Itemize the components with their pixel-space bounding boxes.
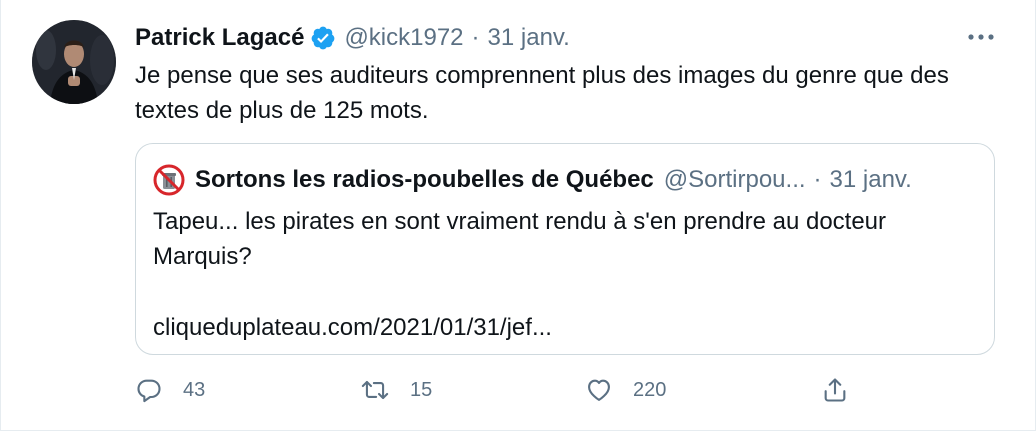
tweet-text: Je pense que ses auditeurs comprennent p…	[135, 62, 949, 124]
share-icon	[824, 378, 846, 402]
author-display-name[interactable]: Patrick Lagacé	[135, 24, 304, 52]
reply-icon	[137, 379, 161, 403]
quoted-header-separator: ·	[813, 166, 822, 193]
like-button[interactable]: 220	[585, 372, 666, 408]
quoted-author-display-name: Sortons les radios-poubelles de Québec	[195, 166, 654, 193]
tweet-actions: 43 15 220	[135, 372, 865, 408]
author-avatar[interactable]	[32, 20, 116, 104]
reply-count: 43	[183, 378, 206, 401]
retweet-button[interactable]: 15	[360, 372, 432, 408]
more-icon[interactable]	[964, 22, 998, 52]
tweet[interactable]: Patrick Lagacé @kick1972 · 31 janv. Je p…	[0, 0, 1034, 430]
reply-button[interactable]: 43	[135, 372, 205, 408]
tweet-header: Patrick Lagacé @kick1972 · 31 janv.	[135, 20, 570, 56]
like-icon	[588, 379, 610, 401]
retweet-icon	[361, 380, 389, 400]
retweet-count: 15	[410, 378, 433, 401]
header-separator: ·	[471, 24, 480, 51]
quoted-tweet-date: 31 janv.	[829, 166, 912, 193]
quoted-tweet-link[interactable]: cliqueduplateau.com/2021/01/31/jef...	[153, 310, 552, 345]
quoted-tweet-header: Sortons les radios-poubelles de Québec @…	[153, 164, 912, 196]
author-handle[interactable]: @kick1972	[344, 24, 463, 52]
verified-badge-icon	[310, 25, 336, 51]
quoted-tweet-text: Tapeu... les pirates en sont vraiment re…	[153, 208, 887, 270]
share-button[interactable]	[821, 372, 849, 408]
tweet-date[interactable]: 31 janv.	[488, 24, 570, 52]
quoted-author-avatar	[153, 164, 185, 196]
quoted-author-handle: @Sortirpou...	[663, 166, 806, 193]
quoted-tweet[interactable]: Sortons les radios-poubelles de Québec @…	[135, 143, 995, 355]
like-count: 220	[633, 378, 667, 401]
